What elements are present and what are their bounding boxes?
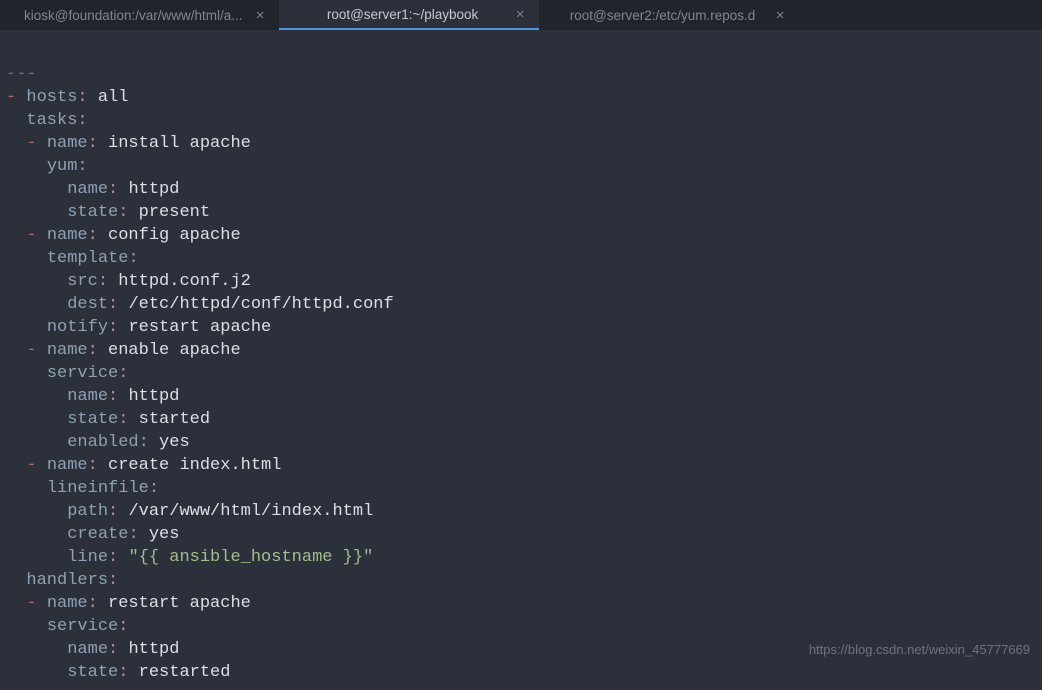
tab-bar: kiosk@foundation:/var/www/html/a... × ro… (0, 0, 1042, 30)
tab-foundation[interactable]: kiosk@foundation:/var/www/html/a... × (0, 0, 279, 30)
close-icon[interactable]: × (256, 8, 265, 23)
tab-label: root@server1:~/playbook (327, 3, 478, 26)
watermark: https://blog.csdn.net/weixin_45777669 (809, 638, 1030, 661)
close-icon[interactable]: × (516, 7, 525, 22)
tab-label: root@server2:/etc/yum.repos.d (570, 4, 756, 27)
doc-start: --- (6, 65, 37, 84)
tab-label: kiosk@foundation:/var/www/html/a... (24, 4, 243, 27)
tab-server1-playbook[interactable]: root@server1:~/playbook × (279, 0, 539, 30)
code-editor[interactable]: --- - hosts: all tasks: - name: install … (0, 30, 1042, 690)
tab-server2-yumrepos[interactable]: root@server2:/etc/yum.repos.d × (539, 0, 799, 30)
close-icon[interactable]: × (776, 8, 785, 23)
